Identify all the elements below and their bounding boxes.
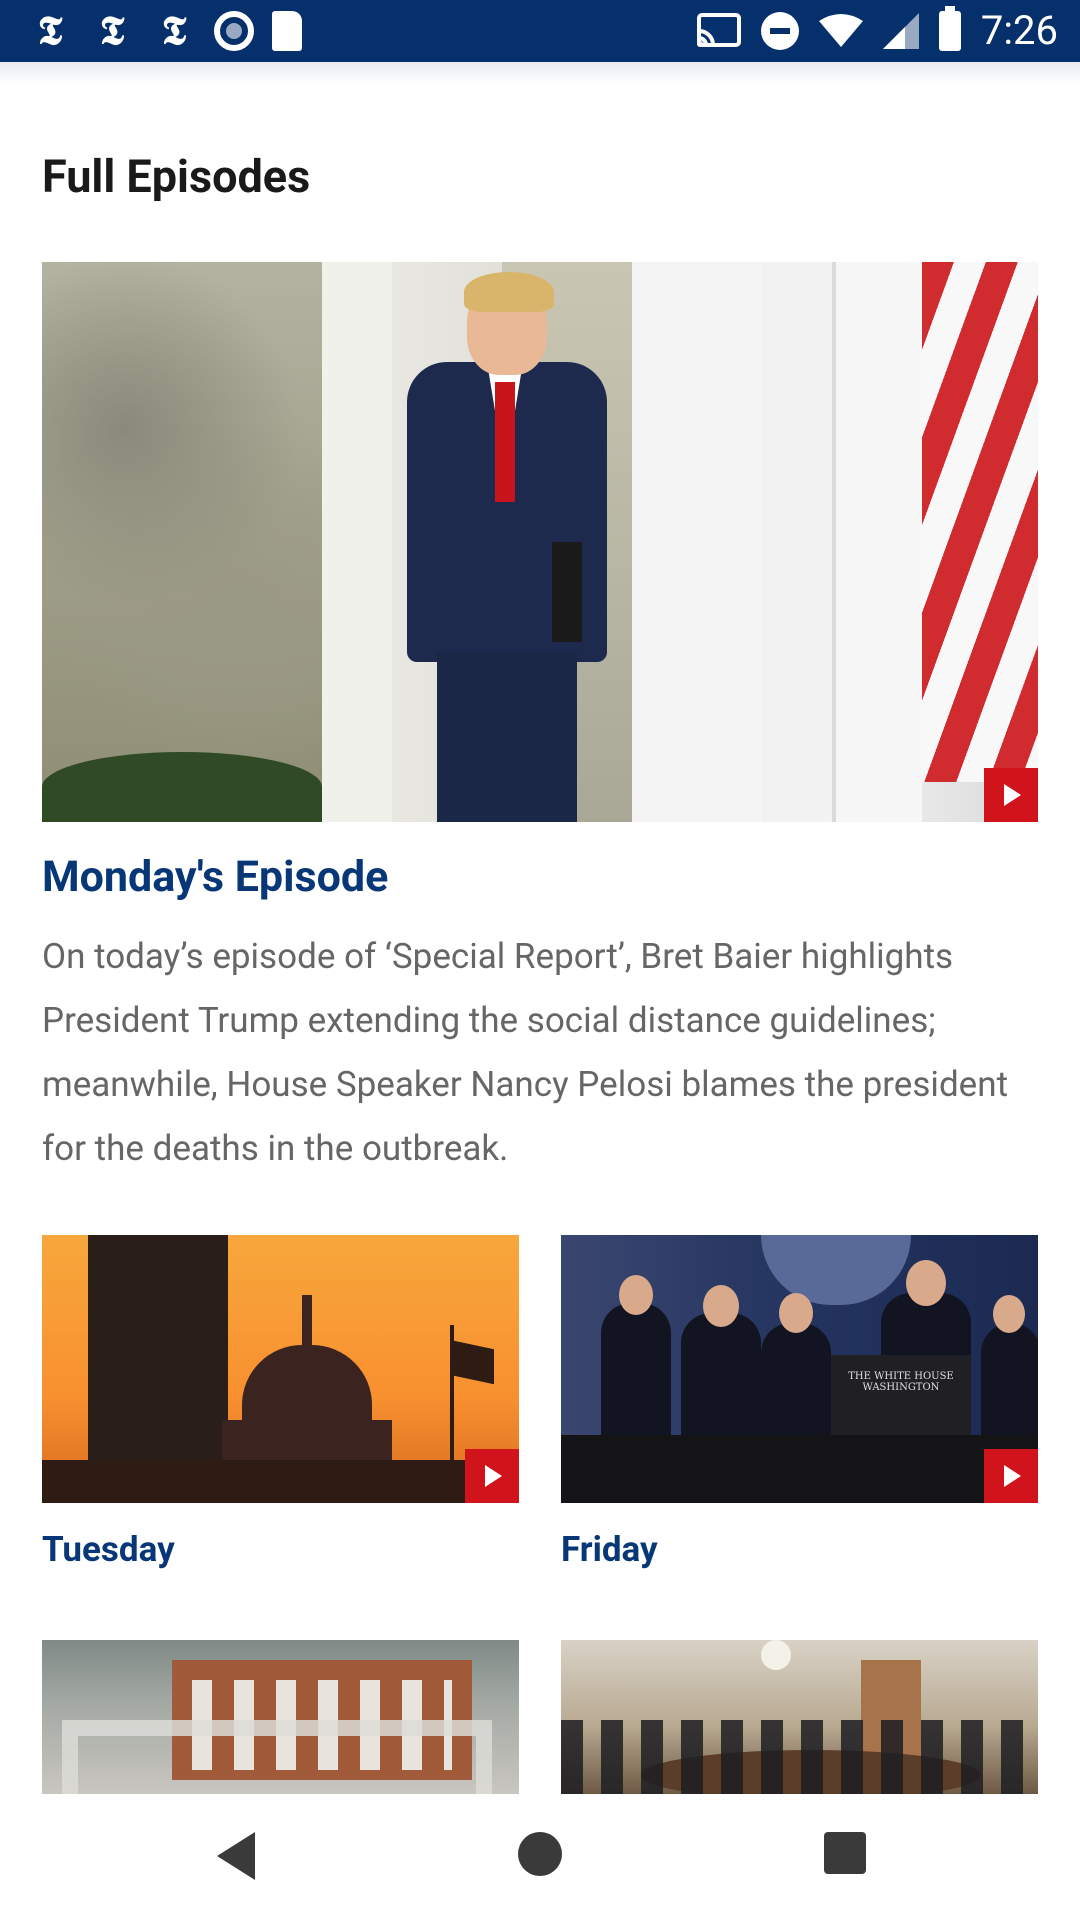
episode-thumbnail[interactable] [561, 1640, 1038, 1794]
record-icon [214, 11, 254, 51]
hero-photo-trees [42, 262, 322, 822]
hero-photo-person [382, 272, 622, 822]
nyt-icon: 𝕿 [37, 7, 63, 54]
status-bar: 𝕿 𝕿 𝕿 7:26 [0, 0, 1080, 62]
battery-icon [938, 6, 961, 51]
play-icon[interactable] [465, 1449, 519, 1503]
episode-title[interactable]: Friday [561, 1529, 1038, 1570]
clock: 7:26 [980, 7, 1058, 54]
do-not-disturb-icon [760, 12, 799, 50]
episode-thumbnail[interactable] [42, 1235, 519, 1503]
featured-episode-description: On today’s episode of ‘Special Report’, … [42, 936, 1009, 1169]
wifi-icon [818, 14, 863, 47]
episode-card-friday[interactable]: THE WHITE HOUSE WASHINGTON Friday [561, 1235, 1038, 1570]
home-icon[interactable] [518, 1832, 562, 1876]
status-bar-system: 7:26 [696, 6, 1058, 54]
cast-icon [696, 13, 741, 47]
featured-episode-thumbnail[interactable] [42, 262, 1038, 822]
episode-thumbnail[interactable]: THE WHITE HOUSE WASHINGTON [561, 1235, 1038, 1503]
nyt-icon: 𝕿 [161, 7, 187, 54]
sd-card-icon [272, 11, 302, 51]
hero-photo-flag [922, 262, 1038, 782]
signal-icon [882, 13, 919, 49]
play-icon[interactable] [984, 1449, 1038, 1503]
back-icon[interactable] [217, 1832, 255, 1880]
featured-episode-title[interactable]: Monday's Episode [42, 852, 388, 902]
toolbar-shadow [0, 62, 1080, 84]
episode-title[interactable]: Tuesday [42, 1529, 519, 1570]
episode-card[interactable] [561, 1640, 1038, 1794]
navigation-bar [0, 1794, 1080, 1920]
nyt-icon: 𝕿 [99, 7, 125, 54]
hero-photo-bush [42, 752, 322, 822]
recents-icon[interactable] [824, 1832, 866, 1874]
podium-text: THE WHITE HOUSE WASHINGTON [848, 1371, 954, 1393]
hero-photo-column [632, 262, 762, 822]
episode-card-tuesday[interactable]: Tuesday [42, 1235, 519, 1570]
episode-thumbnail[interactable] [42, 1640, 519, 1794]
episode-card[interactable] [42, 1640, 519, 1794]
hero-photo-door [832, 262, 922, 822]
status-bar-notifications: 𝕿 𝕿 𝕿 [28, 8, 302, 54]
play-icon[interactable] [984, 768, 1038, 822]
page-title: Full Episodes [42, 150, 311, 203]
